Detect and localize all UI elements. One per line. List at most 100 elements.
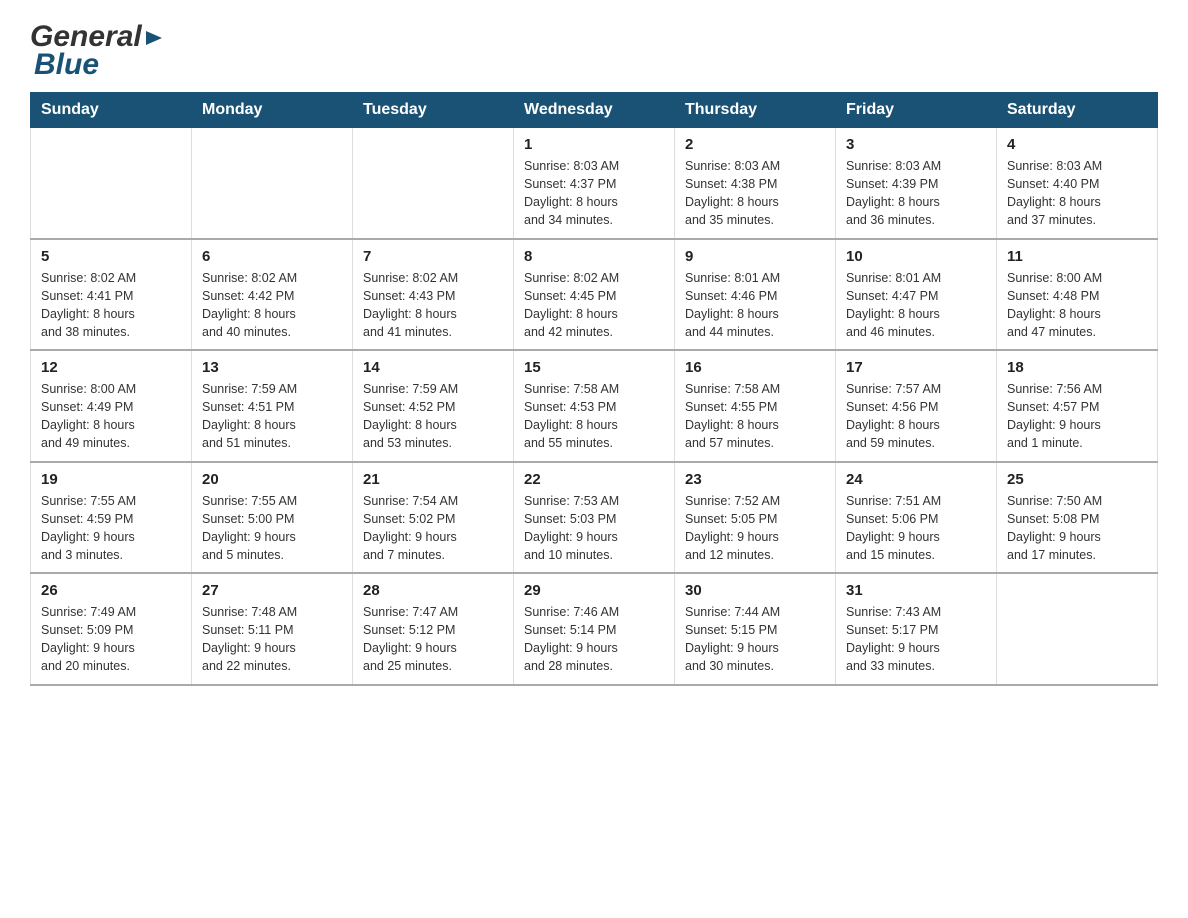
day-number: 28 [363, 582, 503, 599]
day-info: Sunrise: 8:01 AM Sunset: 4:47 PM Dayligh… [846, 269, 986, 342]
calendar-week-row: 5 Sunrise: 8:02 AM Sunset: 4:41 PM Daylig… [31, 239, 1158, 351]
calendar-week-row: 1 Sunrise: 8:03 AM Sunset: 4:37 PM Daylig… [31, 128, 1158, 239]
calendar-table: SundayMondayTuesdayWednesdayThursdayFrid… [30, 92, 1158, 686]
day-info: Sunrise: 8:02 AM Sunset: 4:45 PM Dayligh… [524, 269, 664, 342]
day-info: Sunrise: 7:49 AM Sunset: 5:09 PM Dayligh… [41, 603, 181, 676]
calendar-day-5: 5 Sunrise: 8:02 AM Sunset: 4:41 PM Daylig… [31, 239, 192, 351]
day-number: 30 [685, 582, 825, 599]
day-info: Sunrise: 7:48 AM Sunset: 5:11 PM Dayligh… [202, 603, 342, 676]
weekday-header-saturday: Saturday [997, 93, 1158, 128]
calendar-day-8: 8 Sunrise: 8:02 AM Sunset: 4:45 PM Daylig… [514, 239, 675, 351]
day-number: 23 [685, 471, 825, 488]
day-number: 10 [846, 248, 986, 265]
calendar-day-1: 1 Sunrise: 8:03 AM Sunset: 4:37 PM Daylig… [514, 128, 675, 239]
day-info: Sunrise: 7:54 AM Sunset: 5:02 PM Dayligh… [363, 492, 503, 565]
day-info: Sunrise: 8:03 AM Sunset: 4:40 PM Dayligh… [1007, 157, 1147, 230]
day-info: Sunrise: 7:58 AM Sunset: 4:53 PM Dayligh… [524, 380, 664, 453]
calendar-day-30: 30 Sunrise: 7:44 AM Sunset: 5:15 PM Dayli… [675, 573, 836, 685]
empty-cell [997, 573, 1158, 685]
calendar-day-19: 19 Sunrise: 7:55 AM Sunset: 4:59 PM Dayli… [31, 462, 192, 574]
calendar-day-16: 16 Sunrise: 7:58 AM Sunset: 4:55 PM Dayli… [675, 350, 836, 462]
day-number: 12 [41, 359, 181, 376]
calendar-day-28: 28 Sunrise: 7:47 AM Sunset: 5:12 PM Dayli… [353, 573, 514, 685]
empty-cell [353, 128, 514, 239]
day-number: 4 [1007, 136, 1147, 153]
calendar-day-6: 6Sunrise: 8:02 AM Sunset: 4:42 PM Daylig… [192, 239, 353, 351]
day-info: Sunrise: 7:58 AM Sunset: 4:55 PM Dayligh… [685, 380, 825, 453]
day-info: Sunrise: 7:59 AM Sunset: 4:52 PM Dayligh… [363, 380, 503, 453]
calendar-day-3: 3Sunrise: 8:03 AM Sunset: 4:39 PM Daylig… [836, 128, 997, 239]
calendar-day-11: 11 Sunrise: 8:00 AM Sunset: 4:48 PM Dayli… [997, 239, 1158, 351]
day-info: Sunrise: 8:02 AM Sunset: 4:41 PM Dayligh… [41, 269, 181, 342]
calendar-day-26: 26 Sunrise: 7:49 AM Sunset: 5:09 PM Dayli… [31, 573, 192, 685]
calendar-day-23: 23 Sunrise: 7:52 AM Sunset: 5:05 PM Dayli… [675, 462, 836, 574]
calendar-day-7: 7Sunrise: 8:02 AM Sunset: 4:43 PM Daylig… [353, 239, 514, 351]
day-number: 6 [202, 248, 342, 265]
calendar-day-9: 9 Sunrise: 8:01 AM Sunset: 4:46 PM Daylig… [675, 239, 836, 351]
day-number: 7 [363, 248, 503, 265]
weekday-header-friday: Friday [836, 93, 997, 128]
day-number: 5 [41, 248, 181, 265]
calendar-day-29: 29 Sunrise: 7:46 AM Sunset: 5:14 PM Dayli… [514, 573, 675, 685]
day-info: Sunrise: 7:59 AM Sunset: 4:51 PM Dayligh… [202, 380, 342, 453]
day-number: 25 [1007, 471, 1147, 488]
weekday-header-sunday: Sunday [31, 93, 192, 128]
day-number: 2 [685, 136, 825, 153]
empty-cell [192, 128, 353, 239]
logo: General Blue [30, 20, 166, 82]
calendar-day-17: 17Sunrise: 7:57 AM Sunset: 4:56 PM Dayli… [836, 350, 997, 462]
calendar-day-14: 14Sunrise: 7:59 AM Sunset: 4:52 PM Dayli… [353, 350, 514, 462]
day-number: 11 [1007, 248, 1147, 265]
calendar-day-31: 31Sunrise: 7:43 AM Sunset: 5:17 PM Dayli… [836, 573, 997, 685]
calendar-week-row: 12 Sunrise: 8:00 AM Sunset: 4:49 PM Dayli… [31, 350, 1158, 462]
day-number: 29 [524, 582, 664, 599]
day-number: 26 [41, 582, 181, 599]
day-number: 8 [524, 248, 664, 265]
day-info: Sunrise: 7:46 AM Sunset: 5:14 PM Dayligh… [524, 603, 664, 676]
weekday-header-tuesday: Tuesday [353, 93, 514, 128]
calendar-day-21: 21 Sunrise: 7:54 AM Sunset: 5:02 PM Dayli… [353, 462, 514, 574]
logo-blue-text: Blue [34, 48, 99, 82]
day-info: Sunrise: 8:03 AM Sunset: 4:38 PM Dayligh… [685, 157, 825, 230]
day-info: Sunrise: 7:51 AM Sunset: 5:06 PM Dayligh… [846, 492, 986, 565]
day-info: Sunrise: 7:44 AM Sunset: 5:15 PM Dayligh… [685, 603, 825, 676]
calendar-week-row: 26 Sunrise: 7:49 AM Sunset: 5:09 PM Dayli… [31, 573, 1158, 685]
day-number: 1 [524, 136, 664, 153]
day-number: 22 [524, 471, 664, 488]
day-number: 16 [685, 359, 825, 376]
calendar-week-row: 19 Sunrise: 7:55 AM Sunset: 4:59 PM Dayli… [31, 462, 1158, 574]
day-info: Sunrise: 7:47 AM Sunset: 5:12 PM Dayligh… [363, 603, 503, 676]
day-info: Sunrise: 8:00 AM Sunset: 4:48 PM Dayligh… [1007, 269, 1147, 342]
day-info: Sunrise: 7:55 AM Sunset: 5:00 PM Dayligh… [202, 492, 342, 565]
day-info: Sunrise: 7:50 AM Sunset: 5:08 PM Dayligh… [1007, 492, 1147, 565]
day-number: 21 [363, 471, 503, 488]
day-info: Sunrise: 8:03 AM Sunset: 4:37 PM Dayligh… [524, 157, 664, 230]
weekday-header-row: SundayMondayTuesdayWednesdayThursdayFrid… [31, 93, 1158, 128]
page-header: General Blue [30, 20, 1158, 82]
calendar-day-24: 24 Sunrise: 7:51 AM Sunset: 5:06 PM Dayli… [836, 462, 997, 574]
day-info: Sunrise: 8:03 AM Sunset: 4:39 PM Dayligh… [846, 157, 986, 230]
day-info: Sunrise: 7:52 AM Sunset: 5:05 PM Dayligh… [685, 492, 825, 565]
day-info: Sunrise: 7:57 AM Sunset: 4:56 PM Dayligh… [846, 380, 986, 453]
calendar-day-13: 13Sunrise: 7:59 AM Sunset: 4:51 PM Dayli… [192, 350, 353, 462]
day-info: Sunrise: 7:53 AM Sunset: 5:03 PM Dayligh… [524, 492, 664, 565]
weekday-header-thursday: Thursday [675, 93, 836, 128]
day-number: 9 [685, 248, 825, 265]
weekday-header-wednesday: Wednesday [514, 93, 675, 128]
calendar-day-25: 25 Sunrise: 7:50 AM Sunset: 5:08 PM Dayli… [997, 462, 1158, 574]
day-info: Sunrise: 7:55 AM Sunset: 4:59 PM Dayligh… [41, 492, 181, 565]
day-number: 27 [202, 582, 342, 599]
calendar-day-10: 10 Sunrise: 8:01 AM Sunset: 4:47 PM Dayli… [836, 239, 997, 351]
calendar-day-27: 27 Sunrise: 7:48 AM Sunset: 5:11 PM Dayli… [192, 573, 353, 685]
empty-cell [31, 128, 192, 239]
day-info: Sunrise: 8:01 AM Sunset: 4:46 PM Dayligh… [685, 269, 825, 342]
calendar-day-4: 4 Sunrise: 8:03 AM Sunset: 4:40 PM Daylig… [997, 128, 1158, 239]
calendar-day-15: 15Sunrise: 7:58 AM Sunset: 4:53 PM Dayli… [514, 350, 675, 462]
day-info: Sunrise: 8:00 AM Sunset: 4:49 PM Dayligh… [41, 380, 181, 453]
calendar-day-22: 22 Sunrise: 7:53 AM Sunset: 5:03 PM Dayli… [514, 462, 675, 574]
day-number: 18 [1007, 359, 1147, 376]
day-number: 24 [846, 471, 986, 488]
day-number: 19 [41, 471, 181, 488]
weekday-header-monday: Monday [192, 93, 353, 128]
day-info: Sunrise: 7:56 AM Sunset: 4:57 PM Dayligh… [1007, 380, 1147, 453]
